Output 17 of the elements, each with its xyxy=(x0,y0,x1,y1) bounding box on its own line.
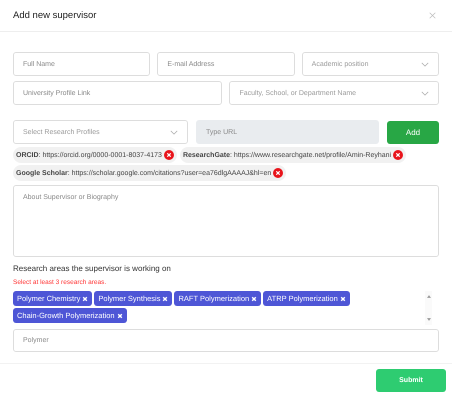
remove-icon[interactable] xyxy=(82,296,88,302)
remove-icon[interactable] xyxy=(393,150,404,160)
chevron-icon xyxy=(420,62,429,66)
scroll-down-icon[interactable] xyxy=(426,318,430,321)
remove-icon[interactable] xyxy=(164,150,174,160)
chevron-icon xyxy=(170,130,178,134)
remove-icon[interactable] xyxy=(273,168,284,178)
add-button[interactable]: Add xyxy=(387,120,439,144)
section-label: Research areas the supervisor is working on xyxy=(13,264,172,273)
chevron-icon xyxy=(420,90,429,96)
remove-icon[interactable] xyxy=(116,312,123,318)
scroll-up-icon[interactable] xyxy=(426,295,430,298)
remove-icon[interactable] xyxy=(340,296,346,302)
remove-icon[interactable] xyxy=(251,296,258,302)
scrollbar[interactable] xyxy=(425,291,432,325)
remove-icon[interactable] xyxy=(162,296,168,302)
dialog-title: Add new supervisor xyxy=(13,10,96,21)
